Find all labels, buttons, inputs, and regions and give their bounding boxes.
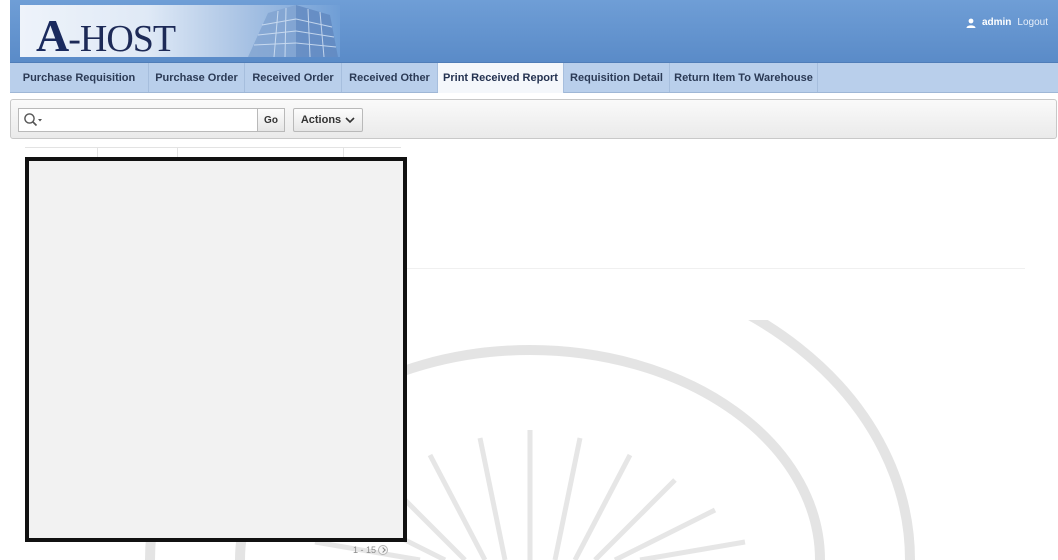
actions-label: Actions (300, 114, 342, 126)
app-header: A-HOST admin Logout (10, 0, 1058, 63)
actions-button[interactable]: Actions (293, 108, 363, 132)
tab-return-item-to-warehouse[interactable]: Return Item To Warehouse (670, 63, 818, 92)
user-name[interactable]: admin (982, 17, 1011, 28)
redacted-report-region (25, 157, 407, 542)
next-page-icon[interactable] (378, 545, 389, 555)
logo-text: -HOST (68, 18, 176, 57)
tab-purchase-order[interactable]: Purchase Order (149, 63, 245, 92)
tab-received-other[interactable]: Received Other (342, 63, 438, 92)
search-box[interactable] (18, 108, 258, 132)
user-area: admin Logout (966, 17, 1048, 28)
pagination-range: 1 - 15 (353, 545, 377, 555)
report-toolbar: Go Actions (10, 99, 1057, 139)
app-logo[interactable]: A-HOST (20, 5, 340, 57)
tab-purchase-requisition[interactable]: Purchase Requisition (10, 63, 149, 92)
tab-received-order[interactable]: Received Order (245, 63, 342, 92)
logo-wordmark: A-HOST (36, 9, 176, 57)
tab-requisition-detail[interactable]: Requisition Detail (564, 63, 670, 92)
building-image (248, 5, 338, 57)
tab-print-received-report[interactable]: Print Received Report (438, 63, 564, 93)
user-icon (966, 18, 976, 28)
go-button[interactable]: Go (257, 108, 285, 132)
pagination: 1 - 15 (353, 545, 389, 555)
search-icon[interactable] (23, 112, 45, 128)
chevron-down-icon (345, 117, 355, 124)
logout-link[interactable]: Logout (1017, 17, 1048, 28)
logo-letter: A (36, 10, 69, 57)
app-frame: A-HOST admin Logout Purchase Requisition… (10, 0, 1058, 560)
nav-tabs: Purchase Requisition Purchase Order Rece… (10, 63, 1058, 93)
search-input[interactable] (47, 110, 257, 131)
